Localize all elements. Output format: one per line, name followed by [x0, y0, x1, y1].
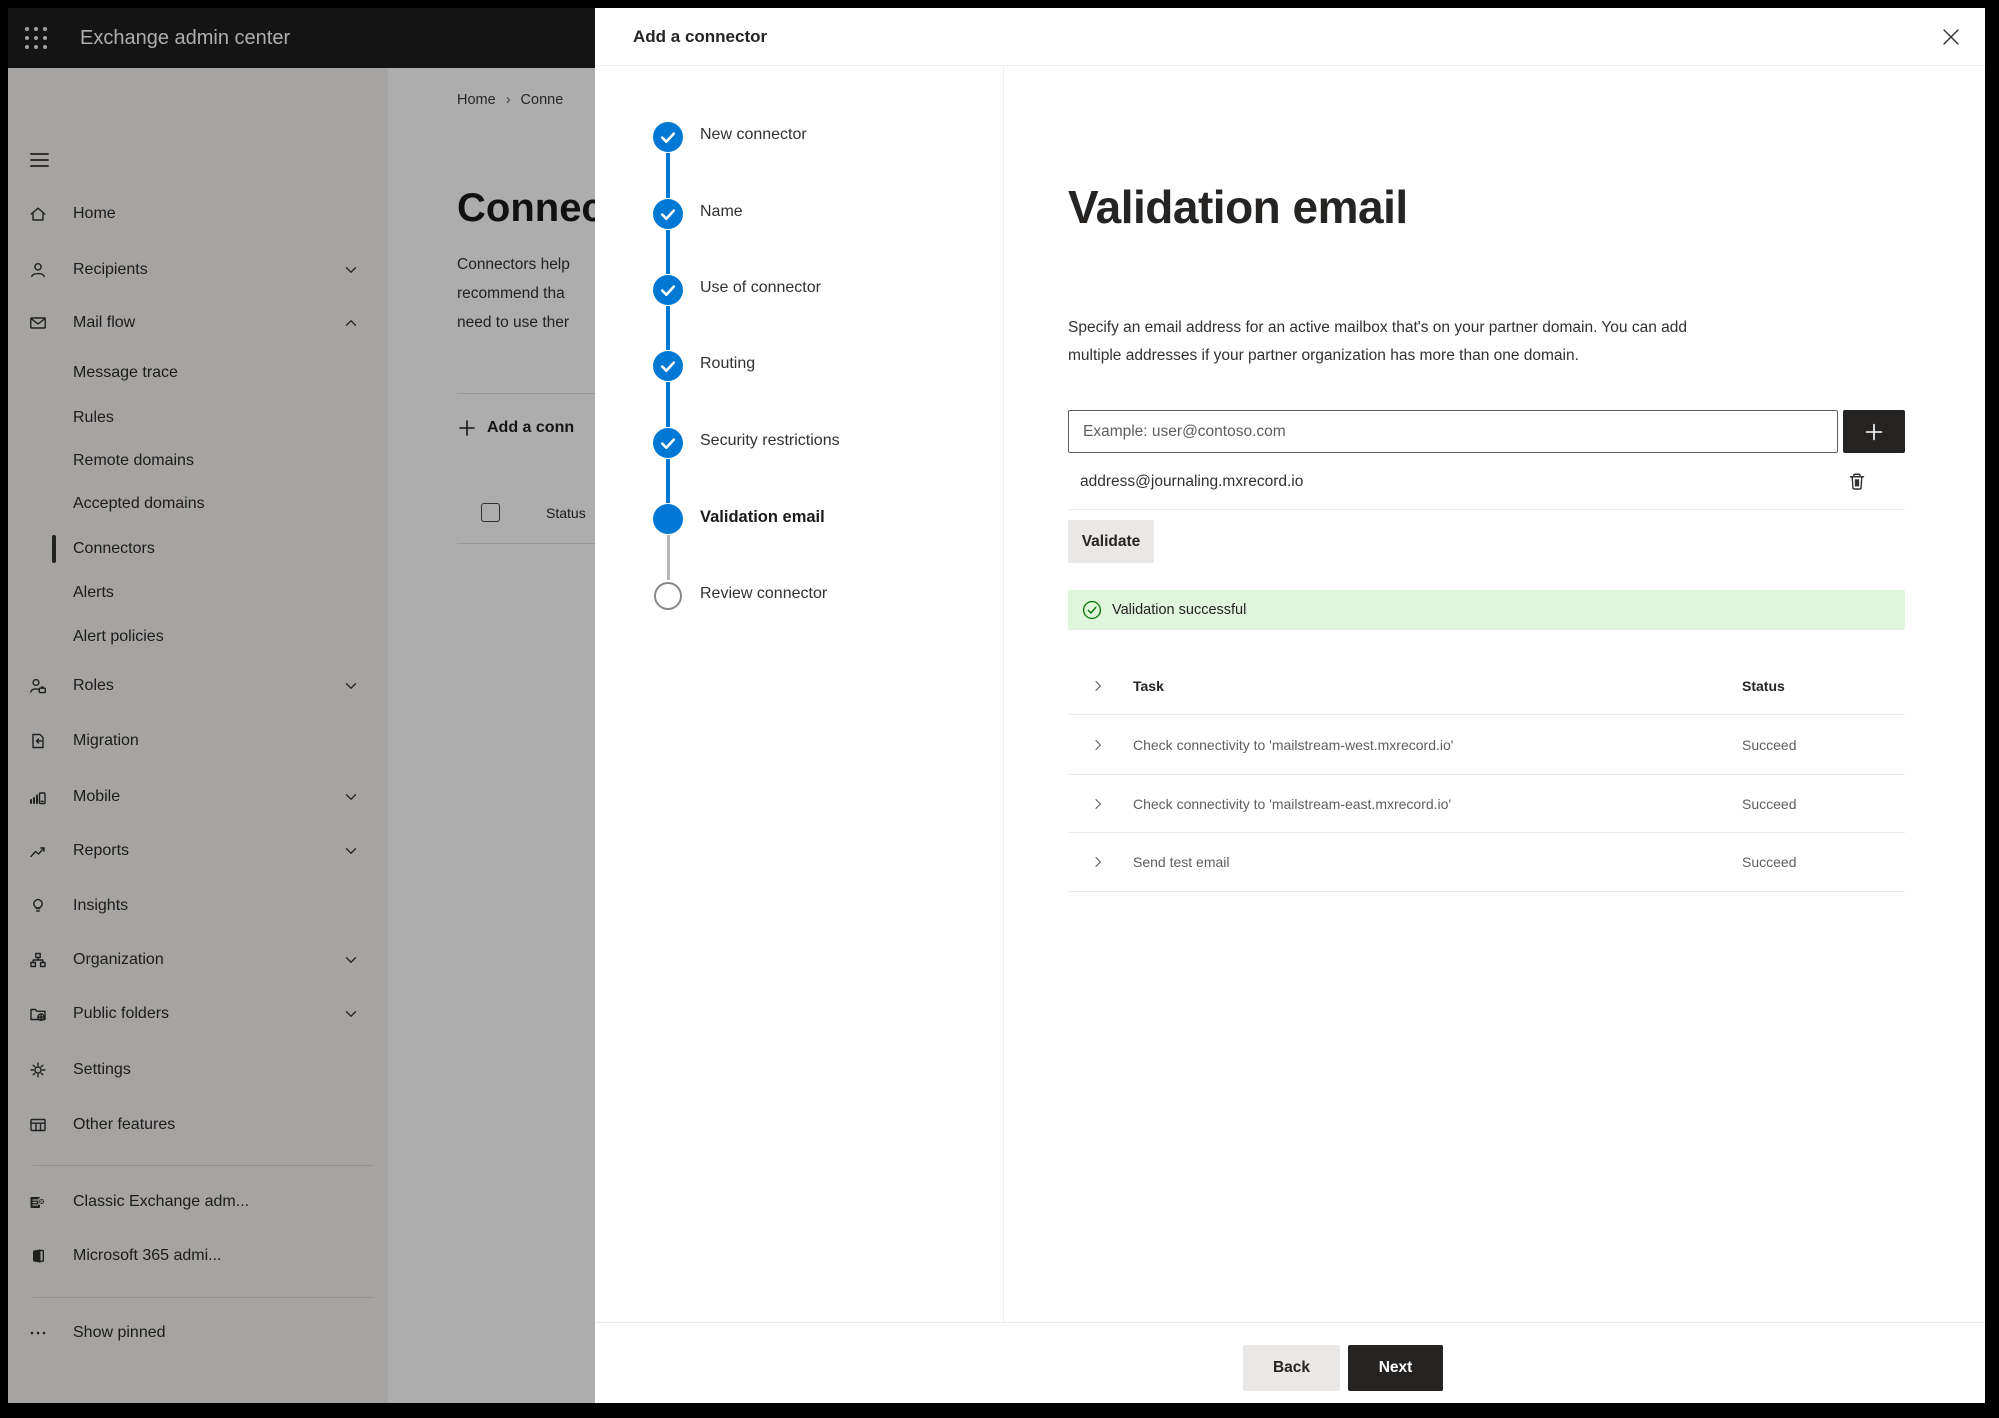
add-email-button[interactable] — [1843, 410, 1905, 453]
wizard-panel-divider — [1003, 66, 1004, 1322]
dialog-header: Add a connector — [595, 8, 1985, 66]
step-done-icon — [653, 199, 683, 229]
chevron-right-icon[interactable] — [1090, 678, 1106, 694]
step-connector-line — [667, 535, 670, 580]
validation-tasks-table: Task Status Check connectivity to 'mails… — [1068, 658, 1905, 892]
step-done-icon — [653, 275, 683, 305]
step-connector-line — [666, 306, 670, 350]
back-button[interactable]: Back — [1243, 1345, 1340, 1391]
step-done-icon — [653, 122, 683, 152]
chevron-right-icon[interactable] — [1090, 796, 1106, 812]
validation-email-description: Specify an email address for an active m… — [1068, 319, 1688, 364]
email-address-row: address@journaling.mxrecord.io — [1068, 454, 1905, 510]
close-icon[interactable] — [1939, 25, 1963, 49]
validation-email-heading: Validation email — [1068, 181, 1408, 233]
chevron-right-icon[interactable] — [1090, 854, 1106, 870]
validate-button[interactable]: Validate — [1068, 520, 1154, 563]
task-column-header: Task — [1133, 678, 1164, 694]
email-address-value: address@journaling.mxrecord.io — [1080, 473, 1304, 490]
success-check-icon — [1082, 600, 1102, 620]
success-message: Validation successful — [1112, 602, 1247, 618]
delete-email-icon[interactable] — [1845, 470, 1869, 494]
step-done-icon — [653, 428, 683, 458]
table-row[interactable]: Check connectivity to 'mailstream-west.m… — [1068, 715, 1905, 775]
status-value: Succeed — [1742, 736, 1797, 753]
table-row[interactable]: Check connectivity to 'mailstream-east.m… — [1068, 775, 1905, 833]
step-connector-line — [666, 230, 670, 274]
table-row[interactable]: Send test email Succeed — [1068, 833, 1905, 892]
dialog-footer: Back Next — [595, 1322, 1985, 1403]
validation-success-banner: Validation successful — [1068, 590, 1905, 630]
step-connector-line — [666, 153, 670, 198]
step-done-icon — [653, 351, 683, 381]
email-address-input[interactable] — [1068, 410, 1838, 453]
add-connector-dialog: Add a connector New connector Name Use o… — [595, 8, 1985, 1403]
screenshot-frame: Exchange admin center Home Recipients Ma… — [0, 0, 1999, 1418]
chevron-right-icon[interactable] — [1090, 737, 1106, 753]
table-header-row: Task Status — [1068, 658, 1905, 715]
plus-icon — [1865, 423, 1883, 440]
step-connector-line — [666, 382, 670, 427]
step-current-icon — [653, 504, 683, 534]
step-connector-line — [666, 459, 670, 503]
next-button[interactable]: Next — [1348, 1345, 1443, 1391]
status-value: Succeed — [1742, 795, 1797, 812]
status-value: Succeed — [1742, 854, 1797, 870]
dialog-title: Add a connector — [633, 27, 768, 46]
step-todo-icon — [654, 582, 682, 610]
exchange-admin-app: Exchange admin center Home Recipients Ma… — [8, 8, 1985, 1403]
status-column-header: Status — [1742, 678, 1785, 694]
